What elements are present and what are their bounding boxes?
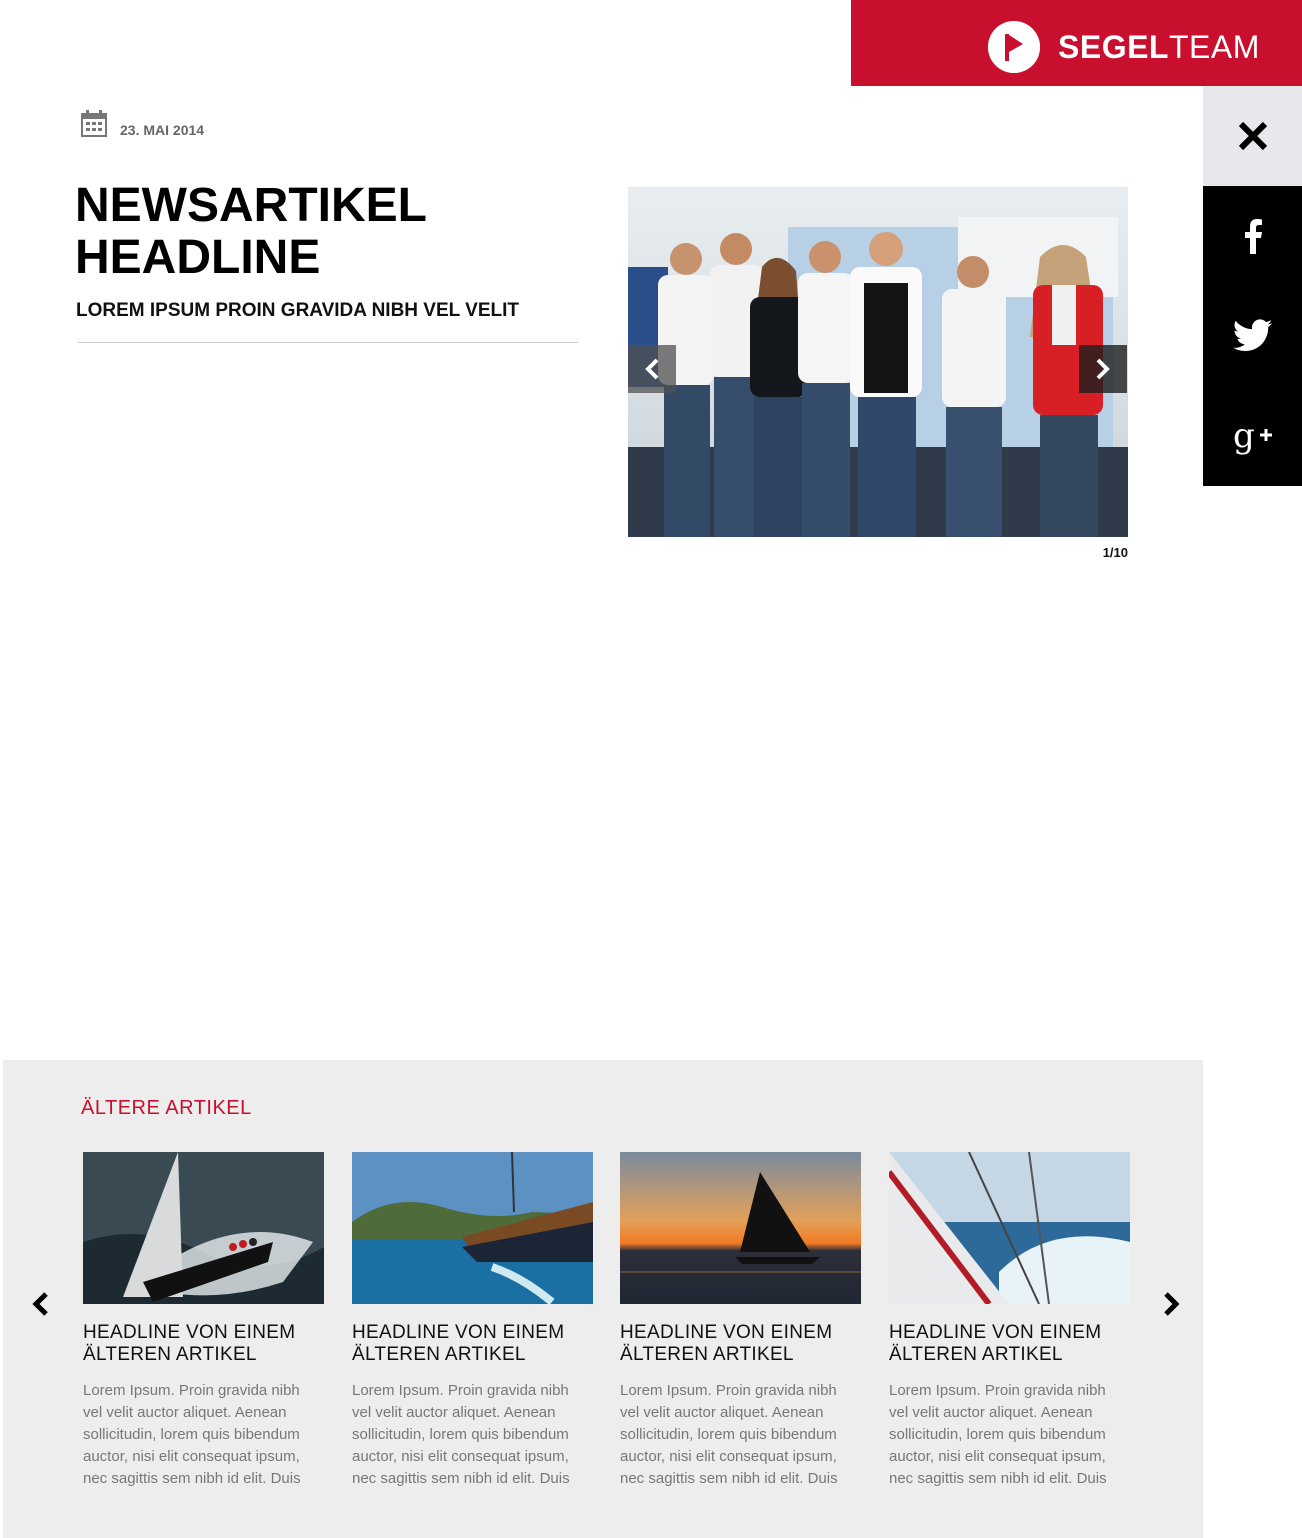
date-text: 23. MAI 2014	[120, 122, 205, 138]
chevron-right-icon	[1096, 358, 1110, 380]
article-headline: NEWSARTIKEL HEADLINE	[75, 179, 427, 284]
twitter-icon	[1232, 319, 1272, 351]
article-thumbnail	[889, 1152, 1130, 1304]
share-twitter-button[interactable]	[1203, 286, 1302, 386]
slider-next-button[interactable]	[1079, 345, 1127, 393]
article-date: 23. MAI 2014	[80, 110, 204, 138]
close-button[interactable]	[1203, 86, 1302, 186]
older-prev-button[interactable]	[29, 1292, 53, 1316]
article-subheadline: LOREM IPSUM PROIN GRAVIDA NIBH VEL VELIT	[76, 300, 520, 321]
article-card[interactable]: HEADLINE VON EINEM ÄLTEREN ARTIKEL Lorem…	[889, 1152, 1130, 1490]
team-photo	[628, 187, 1128, 537]
slide-counter: 1/10	[1102, 545, 1128, 560]
card-text: Lorem Ipsum. Proin gravida nibh vel veli…	[352, 1382, 570, 1487]
divider	[78, 342, 578, 343]
brand-name: SEGELTEAM	[1058, 29, 1260, 65]
card-text: Lorem Ipsum. Proin gravida nibh vel veli…	[620, 1382, 838, 1487]
chevron-left-icon	[645, 358, 659, 380]
card-text: Lorem Ipsum. Proin gravida nibh vel veli…	[889, 1382, 1107, 1487]
article-card[interactable]: HEADLINE VON EINEM ÄLTEREN ARTIKEL Lorem…	[620, 1152, 861, 1490]
close-icon	[1238, 121, 1267, 151]
chevron-left-icon	[32, 1292, 48, 1316]
card-text: Lorem Ipsum. Proin gravida nibh vel veli…	[83, 1382, 301, 1487]
article-card[interactable]: HEADLINE VON EINEM ÄLTEREN ARTIKEL Lorem…	[352, 1152, 593, 1490]
share-facebook-button[interactable]	[1203, 186, 1302, 286]
brand-header[interactable]: SEGELTEAM	[851, 0, 1302, 86]
card-headline: HEADLINE VON EINEM ÄLTEREN ARTIKEL	[352, 1322, 565, 1365]
svg-text:g: g	[1233, 416, 1255, 456]
google-plus-icon: g	[1233, 416, 1272, 456]
calendar-icon	[81, 110, 107, 137]
older-articles-title: ÄLTERE ARTIKEL	[81, 1097, 252, 1119]
card-headline: HEADLINE VON EINEM ÄLTEREN ARTIKEL	[83, 1322, 296, 1365]
flag-logo-icon	[988, 21, 1040, 73]
share-google-plus-button[interactable]: g	[1203, 386, 1302, 486]
article-card[interactable]: HEADLINE VON EINEM ÄLTEREN ARTIKEL Lorem…	[83, 1152, 324, 1490]
image-slider[interactable]	[628, 187, 1128, 537]
article-thumbnail	[83, 1152, 324, 1304]
chevron-right-icon	[1164, 1292, 1180, 1316]
older-articles-section: ÄLTERE ARTIKEL HEADLINE VON EINEM ÄLTERE…	[3, 1060, 1203, 1538]
facebook-icon	[1244, 219, 1262, 254]
article-thumbnail	[620, 1152, 861, 1304]
slider-prev-button[interactable]	[628, 345, 676, 393]
card-headline: HEADLINE VON EINEM ÄLTEREN ARTIKEL	[620, 1322, 833, 1365]
older-next-button[interactable]	[1159, 1292, 1183, 1316]
card-headline: HEADLINE VON EINEM ÄLTEREN ARTIKEL	[889, 1322, 1102, 1365]
article-thumbnail	[352, 1152, 593, 1304]
